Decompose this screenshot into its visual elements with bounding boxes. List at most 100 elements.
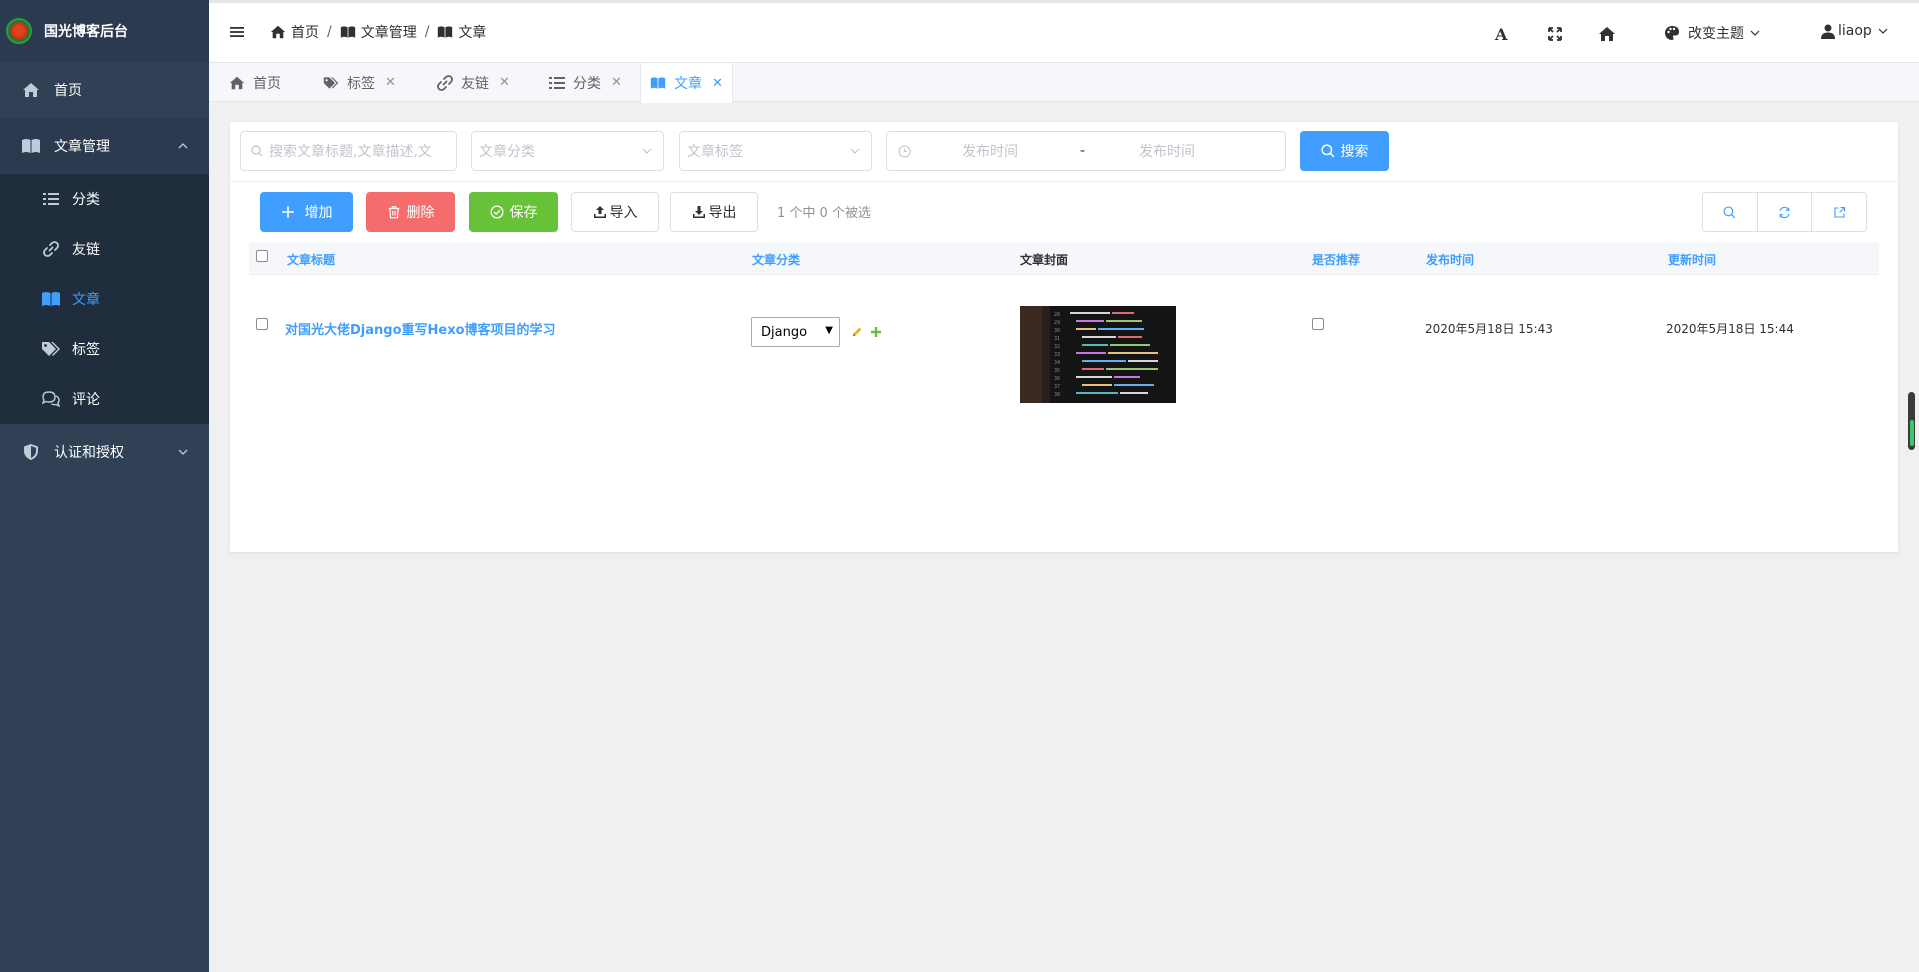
svg-text:30: 30 bbox=[1054, 328, 1060, 334]
article-title-link[interactable]: 对国光大佬Django重写Hexo博客项目的学习 bbox=[285, 319, 556, 338]
theme-label: 改变主题 bbox=[1688, 26, 1744, 42]
sidebar-item-articles[interactable]: 文章 bbox=[0, 274, 209, 324]
chevron-down-icon bbox=[850, 148, 860, 154]
select-all-checkbox[interactable] bbox=[256, 250, 268, 262]
scrollbar-thumb[interactable] bbox=[1910, 420, 1914, 446]
import-button[interactable]: 导入 bbox=[571, 192, 659, 232]
theme-dropdown[interactable]: 改变主题 bbox=[1664, 23, 1761, 43]
svg-text:31: 31 bbox=[1054, 336, 1060, 342]
refresh-button[interactable] bbox=[1758, 193, 1813, 231]
export-button[interactable]: 导出 bbox=[670, 192, 758, 232]
tab-category[interactable]: 分类 ✕ bbox=[549, 63, 622, 102]
column-header-title[interactable]: 文章标题 bbox=[287, 251, 335, 268]
link-icon bbox=[40, 238, 62, 260]
column-header-recommended[interactable]: 是否推荐 bbox=[1312, 251, 1360, 268]
sidebar-item-category[interactable]: 分类 bbox=[0, 174, 209, 224]
date-end-placeholder: 发布时间 bbox=[1139, 144, 1195, 160]
upload-icon bbox=[593, 206, 606, 218]
home-icon[interactable] bbox=[1598, 25, 1616, 43]
book-icon bbox=[438, 26, 453, 38]
search-icon bbox=[251, 145, 263, 157]
book-icon bbox=[650, 77, 666, 89]
comments-icon bbox=[40, 388, 62, 410]
search-icon bbox=[1723, 205, 1736, 218]
topbar: 首页 / 文章管理 / 文章 A 改变主题 liaop bbox=[209, 0, 1919, 63]
recommended-checkbox[interactable] bbox=[1312, 318, 1324, 330]
save-button[interactable]: 保存 bbox=[469, 192, 558, 232]
article-cover-image: 28 29 30 31 32 33 34 35 36 37 38 bbox=[1020, 306, 1176, 403]
tab-close-icon[interactable]: ✕ bbox=[499, 75, 510, 90]
caret-down-icon: ▼ bbox=[825, 325, 833, 336]
svg-text:34: 34 bbox=[1054, 360, 1060, 366]
submenu-article-management: 分类 友链 文章 标签 评论 bbox=[0, 174, 209, 424]
tag-placeholder: 文章标签 bbox=[687, 144, 743, 160]
updated-time: 2020年5月18日 15:44 bbox=[1666, 322, 1794, 336]
tab-tags[interactable]: 标签 ✕ bbox=[323, 63, 396, 102]
breadcrumb-separator: / bbox=[424, 24, 430, 40]
tab-home[interactable]: 首页 bbox=[229, 63, 281, 102]
tab-close-icon[interactable]: ✕ bbox=[712, 76, 723, 91]
font-size-icon[interactable]: A bbox=[1492, 25, 1510, 43]
tab-bar: 首页 标签 ✕ 友链 ✕ 分类 ✕ 文章 ✕ bbox=[209, 63, 1919, 103]
tab-friend-links[interactable]: 友链 ✕ bbox=[437, 63, 510, 102]
book-icon bbox=[340, 26, 355, 38]
tab-close-icon[interactable]: ✕ bbox=[385, 75, 396, 90]
add-button-label: 增加 bbox=[304, 205, 333, 221]
table-header: 文章标题 文章分类 文章封面 是否推荐 发布时间 更新时间 bbox=[249, 242, 1879, 275]
filter-bar: 搜索文章标题,文章描述,文 文章分类 文章标签 发布时间 - 发布时间 搜索 bbox=[230, 122, 1898, 182]
breadcrumb: 首页 / 文章管理 / 文章 bbox=[270, 22, 486, 42]
book-icon bbox=[20, 135, 42, 157]
link-icon bbox=[437, 74, 453, 91]
svg-text:35: 35 bbox=[1054, 368, 1060, 374]
category-placeholder: 文章分类 bbox=[479, 144, 535, 160]
sidebar-item-label: 文章 bbox=[72, 292, 100, 308]
toggle-search-button[interactable] bbox=[1703, 193, 1758, 231]
sidebar-item-comments[interactable]: 评论 bbox=[0, 374, 209, 424]
add-category-icon[interactable] bbox=[870, 326, 882, 338]
hamburger-menu-icon[interactable] bbox=[230, 25, 244, 39]
chevron-up-icon bbox=[178, 143, 188, 149]
breadcrumb-item-article-management[interactable]: 文章管理 bbox=[340, 22, 417, 42]
sidebar-item-auth[interactable]: 认证和授权 bbox=[0, 424, 209, 480]
sidebar-item-article-management[interactable]: 文章管理 bbox=[0, 118, 209, 174]
delete-button-label: 删除 bbox=[406, 205, 435, 221]
tags-icon bbox=[40, 338, 62, 360]
sidebar-item-label: 首页 bbox=[54, 83, 82, 99]
search-input[interactable]: 搜索文章标题,文章描述,文 bbox=[240, 131, 457, 171]
tag-select[interactable]: 文章标签 bbox=[679, 131, 872, 171]
tab-close-icon[interactable]: ✕ bbox=[611, 75, 622, 90]
chevron-down-icon bbox=[178, 449, 188, 455]
sidebar-item-friend-links[interactable]: 友链 bbox=[0, 224, 209, 274]
article-list-card: 搜索文章标题,文章描述,文 文章分类 文章标签 发布时间 - 发布时间 搜索 增… bbox=[230, 122, 1898, 552]
edit-pencil-icon[interactable] bbox=[851, 326, 863, 338]
search-button[interactable]: 搜索 bbox=[1300, 131, 1389, 171]
category-select[interactable]: 文章分类 bbox=[471, 131, 664, 171]
sidebar-item-home[interactable]: 首页 bbox=[0, 62, 209, 118]
search-icon bbox=[1320, 144, 1334, 158]
clock-icon bbox=[898, 144, 911, 158]
brand-title: 国光博客后台 bbox=[44, 24, 128, 40]
category-dropdown[interactable]: Django ▼ bbox=[751, 317, 840, 347]
svg-text:38: 38 bbox=[1054, 392, 1060, 398]
add-button[interactable]: 增加 bbox=[260, 192, 353, 232]
delete-button[interactable]: 删除 bbox=[366, 192, 455, 232]
brand: 国光博客后台 bbox=[0, 0, 209, 62]
sidebar-item-tags[interactable]: 标签 bbox=[0, 324, 209, 374]
tab-articles[interactable]: 文章 ✕ bbox=[640, 63, 733, 103]
home-icon bbox=[270, 25, 286, 39]
row-select-checkbox[interactable] bbox=[256, 318, 268, 330]
fullscreen-icon[interactable] bbox=[1546, 25, 1564, 43]
column-header-published[interactable]: 发布时间 bbox=[1426, 251, 1474, 268]
user-dropdown[interactable]: liaop bbox=[1821, 23, 1889, 39]
date-range-picker[interactable]: 发布时间 - 发布时间 bbox=[886, 131, 1286, 171]
column-header-category[interactable]: 文章分类 bbox=[752, 251, 800, 268]
list-icon bbox=[549, 76, 565, 89]
logo-icon bbox=[6, 18, 32, 44]
column-header-updated[interactable]: 更新时间 bbox=[1668, 251, 1716, 268]
open-external-button[interactable] bbox=[1812, 193, 1866, 231]
svg-text:33: 33 bbox=[1054, 352, 1060, 358]
book-icon bbox=[40, 288, 62, 310]
column-header-cover: 文章封面 bbox=[1020, 253, 1069, 267]
breadcrumb-item-home[interactable]: 首页 bbox=[270, 22, 319, 42]
breadcrumb-separator: / bbox=[327, 24, 332, 40]
